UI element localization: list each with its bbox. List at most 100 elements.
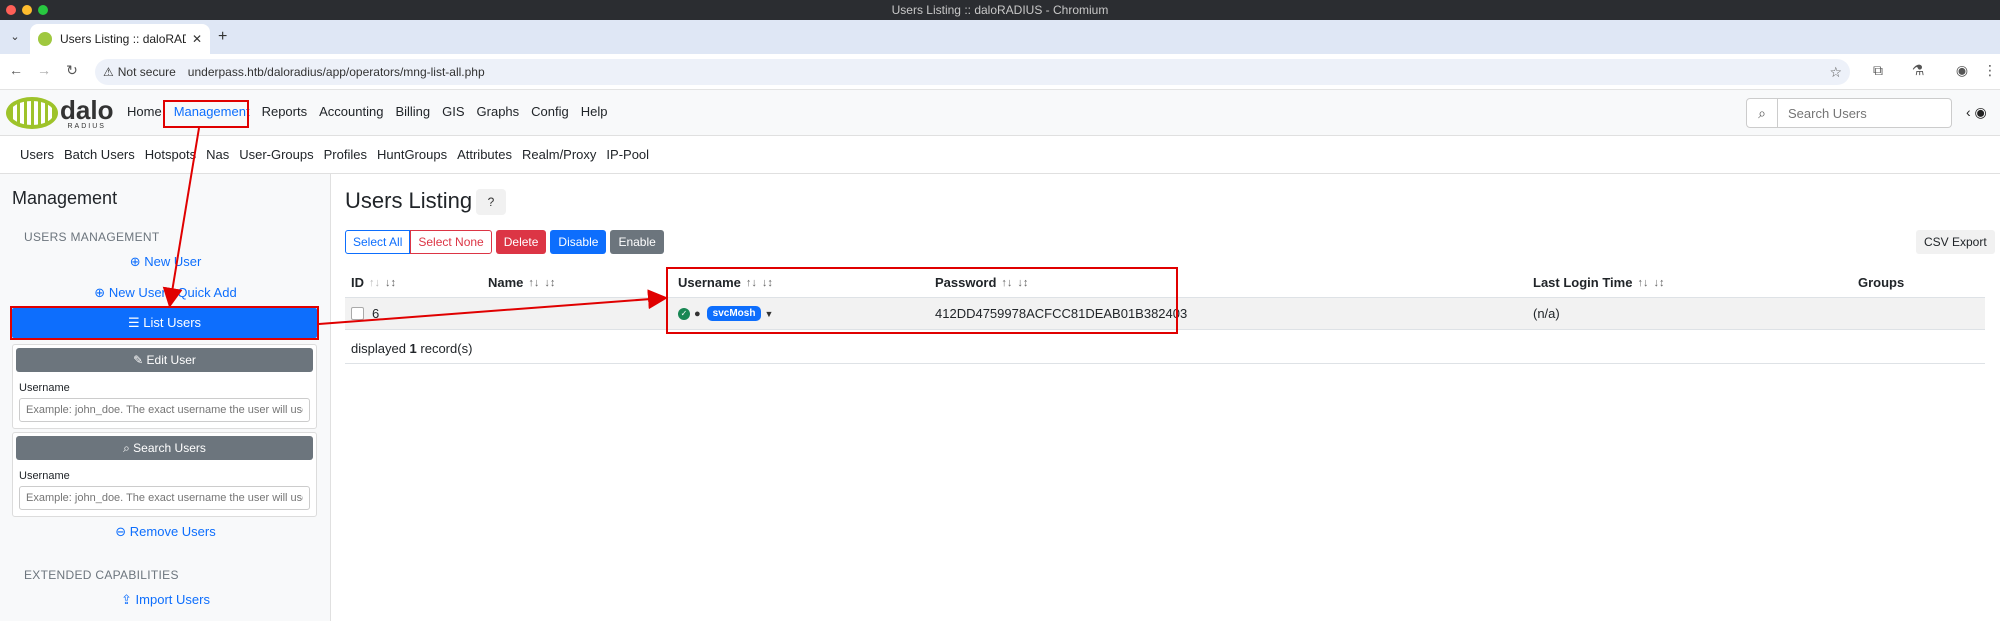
action-buttons: Select All Select None Delete Disable En… [345,230,664,254]
browser-toolbar: ← → ↻ ⚠ Not secure underpass.htb/dalorad… [0,54,2000,90]
profile-icon[interactable]: ◉ [1952,62,1972,79]
section-extended-capabilities: EXTENDED CAPABILITIES [24,568,179,582]
nav-graphs[interactable]: Graphs [473,104,524,119]
upload-icon: ⇪ [121,592,136,607]
annotation-box-credentials [666,267,1178,334]
sort-desc-icon[interactable]: ↓↕ [544,277,555,289]
search-username-label: Username [19,470,70,482]
nav-accounting[interactable]: Accounting [315,104,387,119]
search-users-button[interactable]: ⌕ Search Users [16,436,313,460]
sort-desc-icon[interactable]: ↓↕ [1653,277,1664,289]
sidebar-remove-users[interactable]: ⊖ Remove Users [0,524,331,540]
subnav-ip-pool[interactable]: IP-Pool [606,147,649,162]
reload-icon[interactable]: ↻ [62,62,82,79]
enable-button[interactable]: Enable [610,230,664,254]
search-icon: ⌕ [123,441,134,455]
address-bar[interactable]: ⚠ Not secure underpass.htb/daloradius/ap… [95,59,1850,85]
sub-nav: Users Batch Users Hotspots Nas User-Grou… [0,136,2000,174]
annotation-box-management [163,100,249,128]
records-summary: displayed 1 record(s) [351,341,473,356]
edit-user-label: Edit User [146,353,196,367]
nav-help[interactable]: Help [577,104,612,119]
row-id-cell: 6 [351,298,379,329]
tab-title: Users Listing :: daloRADIUS [60,32,186,46]
nav-billing[interactable]: Billing [391,104,434,119]
sidebar-import-users[interactable]: ⇪ Import Users [0,592,331,608]
back-icon[interactable]: ← [6,62,26,78]
edit-username-input[interactable] [19,398,310,422]
nav-reports[interactable]: Reports [258,104,312,119]
forward-icon[interactable]: → [34,62,54,78]
select-all-button[interactable]: Select All [345,230,411,254]
minimize-window-icon[interactable] [22,5,32,15]
tab-close-icon[interactable]: ✕ [192,32,202,46]
sidebar-new-user-quick-label: New User - Quick Add [108,285,237,300]
records-count: 1 [409,341,417,356]
labs-flask-icon[interactable]: ⚗ [1908,62,1928,79]
user-plus-icon: ⊕ [129,254,145,269]
search-users-label: Search Users [133,441,206,455]
dalo-radius-logo[interactable]: dalo RADIUS [6,95,116,131]
sort-asc-icon[interactable]: ↑↓ [369,277,380,289]
bookmark-star-icon[interactable]: ☆ [1829,64,1842,81]
logo-sub: RADIUS [67,122,106,130]
subnav-users[interactable]: Users [20,147,54,162]
subnav-batch-users[interactable]: Batch Users [64,147,135,162]
row-checkbox[interactable] [351,307,364,320]
help-question-icon[interactable]: ? [476,189,506,215]
not-secure-icon: ⚠ [103,65,114,79]
search-username-input[interactable] [19,486,310,510]
search-icon[interactable]: ⌕ [1746,98,1778,128]
subnav-attributes[interactable]: Attributes [457,147,512,162]
sidebar: Management USERS MANAGEMENT ⊕ New User ⊕… [0,174,331,621]
tab-list-chevron-icon[interactable]: ⌄ [6,28,24,46]
subnav-user-groups[interactable]: User-Groups [239,147,313,162]
nav-gis[interactable]: GIS [438,104,468,119]
delete-button[interactable]: Delete [495,230,547,254]
window-controls[interactable] [6,5,48,15]
disable-button[interactable]: Disable [550,230,607,254]
user-menu-icon[interactable]: ‹ ◉ [1966,104,1987,121]
url-text[interactable]: underpass.htb/daloradius/app/operators/m… [188,65,485,79]
maximize-window-icon[interactable] [38,5,48,15]
subnav-huntgroups[interactable]: HuntGroups [377,147,447,162]
user-edit-icon: ✎ [133,353,147,367]
section-users-management: USERS MANAGEMENT [24,230,160,244]
col-last-login[interactable]: Last Login Time ↑↓ ↓↕ [1533,268,1664,297]
nav-home[interactable]: Home [123,104,166,119]
search-input[interactable] [1778,98,1952,128]
subnav-realm-proxy[interactable]: Realm/Proxy [522,147,596,162]
col-id[interactable]: ID ↑↓ ↓↕ [351,268,396,297]
subnav-hotspots[interactable]: Hotspots [145,147,196,162]
close-window-icon[interactable] [6,5,16,15]
edit-user-button[interactable]: ✎ Edit User [16,348,313,372]
sort-asc-icon[interactable]: ↑↓ [1637,277,1648,289]
window-title: Users Listing :: daloRADIUS - Chromium [891,3,1109,17]
sidebar-title: Management [12,188,118,208]
user-remove-icon: ⊖ [115,524,130,539]
page-title: Users Listing [345,188,473,213]
logo-name: dalo [60,94,114,125]
favicon-icon [38,32,52,46]
row-last-login-cell: (n/a) [1533,306,1560,321]
browser-tab[interactable]: Users Listing :: daloRADIUS ✕ [30,24,210,54]
col-name[interactable]: Name ↑↓ ↓↕ [488,268,555,297]
extensions-icon[interactable]: ⧉ [1868,62,1888,79]
subnav-nas[interactable]: Nas [206,147,229,162]
kebab-menu-icon[interactable]: ⋮ [1980,62,2000,79]
sort-desc-icon[interactable]: ↓↕ [385,277,396,289]
nav-config[interactable]: Config [527,104,573,119]
select-none-button[interactable]: Select None [410,230,492,254]
csv-export-button[interactable]: CSV Export [1916,230,1995,254]
sidebar-import-users-label: Import Users [135,592,210,607]
new-tab-icon[interactable]: + [218,28,227,46]
col-groups: Groups [1858,275,1905,290]
app-header: dalo RADIUS Home Management Reports Acco… [0,90,2000,136]
edit-user-card: ✎ Edit User Username [12,344,317,429]
tab-strip: ⌄ Users Listing :: daloRADIUS ✕ + [0,20,2000,54]
subnav-profiles[interactable]: Profiles [324,147,367,162]
sidebar-new-user[interactable]: ⊕ New User [0,254,331,270]
sort-asc-icon[interactable]: ↑↓ [528,277,539,289]
sidebar-new-user-label: New User [144,254,202,269]
sidebar-new-user-quick[interactable]: ⊕ New User - Quick Add [0,285,331,301]
